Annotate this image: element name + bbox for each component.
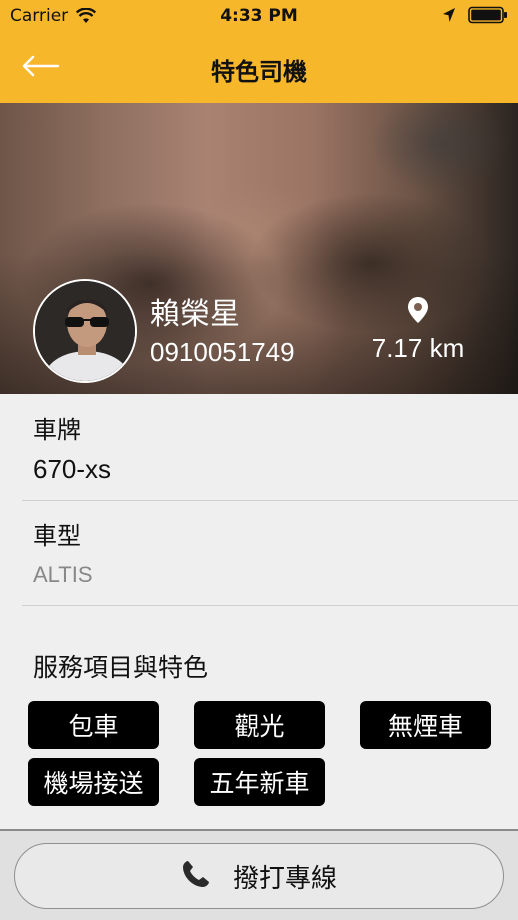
plate-section: 車牌 670-xs	[0, 394, 518, 500]
driver-distance: 7.17 km	[371, 333, 465, 363]
service-tag: 無煙車	[360, 701, 491, 749]
service-tag: 包車	[28, 701, 159, 749]
location-arrow-icon	[442, 7, 456, 23]
divider	[22, 605, 518, 606]
service-tag: 機場接送	[28, 758, 159, 806]
plate-label: 車牌	[33, 416, 81, 444]
plate-value: 670-xs	[33, 454, 112, 484]
driver-phone: 0910051749	[150, 337, 295, 367]
model-value: ALTIS	[33, 562, 93, 587]
model-label: 車型	[33, 522, 81, 550]
call-hotline-button[interactable]: 撥打專線	[14, 843, 504, 909]
model-section: 車型 ALTIS	[0, 500, 518, 605]
service-tag: 五年新車	[194, 758, 325, 806]
driver-avatar	[33, 279, 137, 383]
call-button-label: 撥打專線	[232, 863, 337, 894]
status-right	[442, 6, 508, 24]
battery-icon	[468, 6, 508, 24]
page-title: 特色司機	[211, 58, 307, 86]
service-tag: 觀光	[194, 701, 325, 749]
status-bar: Carrier 4:33 PM	[0, 0, 518, 34]
services-title: 服務項目與特色	[33, 653, 209, 682]
map-pin-icon	[406, 296, 430, 328]
nav-bar: 特色司機	[0, 34, 518, 103]
status-time: 4:33 PM	[220, 6, 298, 26]
header: Carrier 4:33 PM 特色司機	[0, 0, 518, 103]
phone-icon	[181, 859, 211, 893]
driver-hero-banner: 賴榮星 0910051749 7.17 km	[0, 103, 518, 394]
bottom-bar: 撥打專線	[0, 829, 518, 920]
driver-name: 賴榮星	[150, 297, 240, 332]
